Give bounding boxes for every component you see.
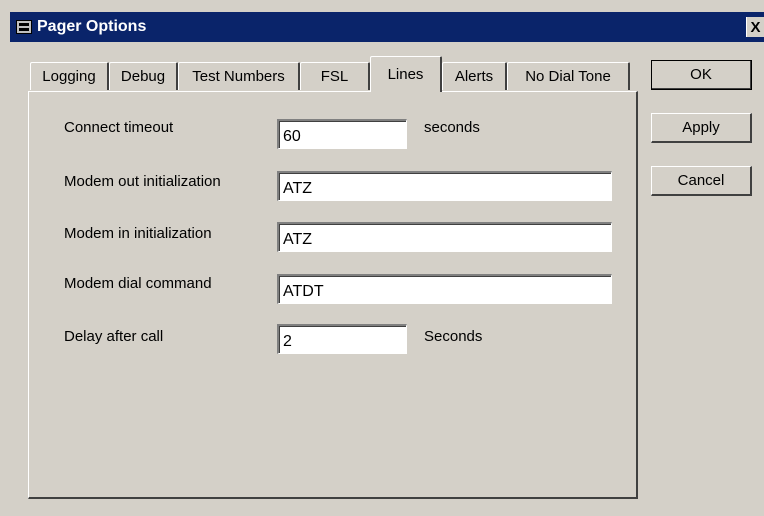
delay-after-call-input[interactable]: 2 xyxy=(277,324,407,354)
delay-after-call-unit: Seconds xyxy=(424,328,483,345)
modem-out-init-label: Modem out initialization xyxy=(64,173,221,190)
tab-alerts[interactable]: Alerts xyxy=(442,62,507,90)
connect-timeout-label: Connect timeout xyxy=(64,119,174,136)
connect-timeout-unit: seconds xyxy=(424,119,480,136)
cancel-button[interactable]: Cancel xyxy=(651,166,752,196)
delay-after-call-label: Delay after call xyxy=(64,328,164,345)
tab-no-dial-tone[interactable]: No Dial Tone xyxy=(507,62,630,90)
ok-button[interactable]: OK xyxy=(651,60,752,90)
modem-dial-command-input[interactable]: ATDT xyxy=(277,274,612,304)
title-bar[interactable]: Pager Options X xyxy=(10,12,764,42)
modem-dial-command-label: Modem dial command xyxy=(64,275,212,292)
tab-debug[interactable]: Debug xyxy=(109,62,178,90)
modem-out-init-input[interactable]: ATZ xyxy=(277,171,612,201)
pager-app-icon xyxy=(16,20,32,34)
modem-in-init-input[interactable]: ATZ xyxy=(277,222,612,252)
tab-test-numbers[interactable]: Test Numbers xyxy=(178,62,300,90)
tab-lines[interactable]: Lines xyxy=(370,56,442,92)
lines-tab-panel: Connect timeout 60 seconds Modem out ini… xyxy=(28,91,638,499)
tab-logging[interactable]: Logging xyxy=(30,62,109,90)
connect-timeout-input[interactable]: 60 xyxy=(277,119,407,149)
apply-button[interactable]: Apply xyxy=(651,113,752,143)
pager-options-dialog: Pager Options X Logging Debug Test Numbe… xyxy=(0,0,764,516)
tab-fsl[interactable]: FSL xyxy=(300,62,370,90)
close-button[interactable]: X xyxy=(746,17,764,37)
modem-in-init-label: Modem in initialization xyxy=(64,225,212,242)
window-title: Pager Options xyxy=(37,18,147,35)
